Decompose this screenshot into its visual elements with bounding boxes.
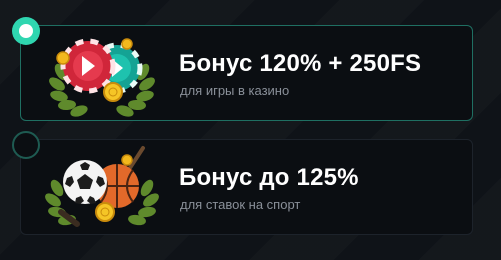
casino-chips-icon: [43, 28, 159, 120]
sport-balls-icon: [43, 142, 159, 234]
bonus-subtitle: для ставок на спорт: [180, 197, 301, 212]
bonus-title: Бонус 120% + 250FS: [179, 50, 422, 77]
bonus-option-sport[interactable]: Бонус до 125% для ставок на спорт: [12, 131, 473, 235]
bonus-option-casino[interactable]: Бонус 120% + 250FS для игры в казино: [12, 17, 473, 121]
bonus-subtitle: для игры в казино: [180, 83, 290, 98]
bonus-title: Бонус до 125%: [179, 164, 359, 191]
bonus-radio-sport[interactable]: [12, 131, 40, 159]
radio-selected-dot: [19, 24, 33, 38]
bonus-radio-casino[interactable]: [12, 17, 40, 45]
